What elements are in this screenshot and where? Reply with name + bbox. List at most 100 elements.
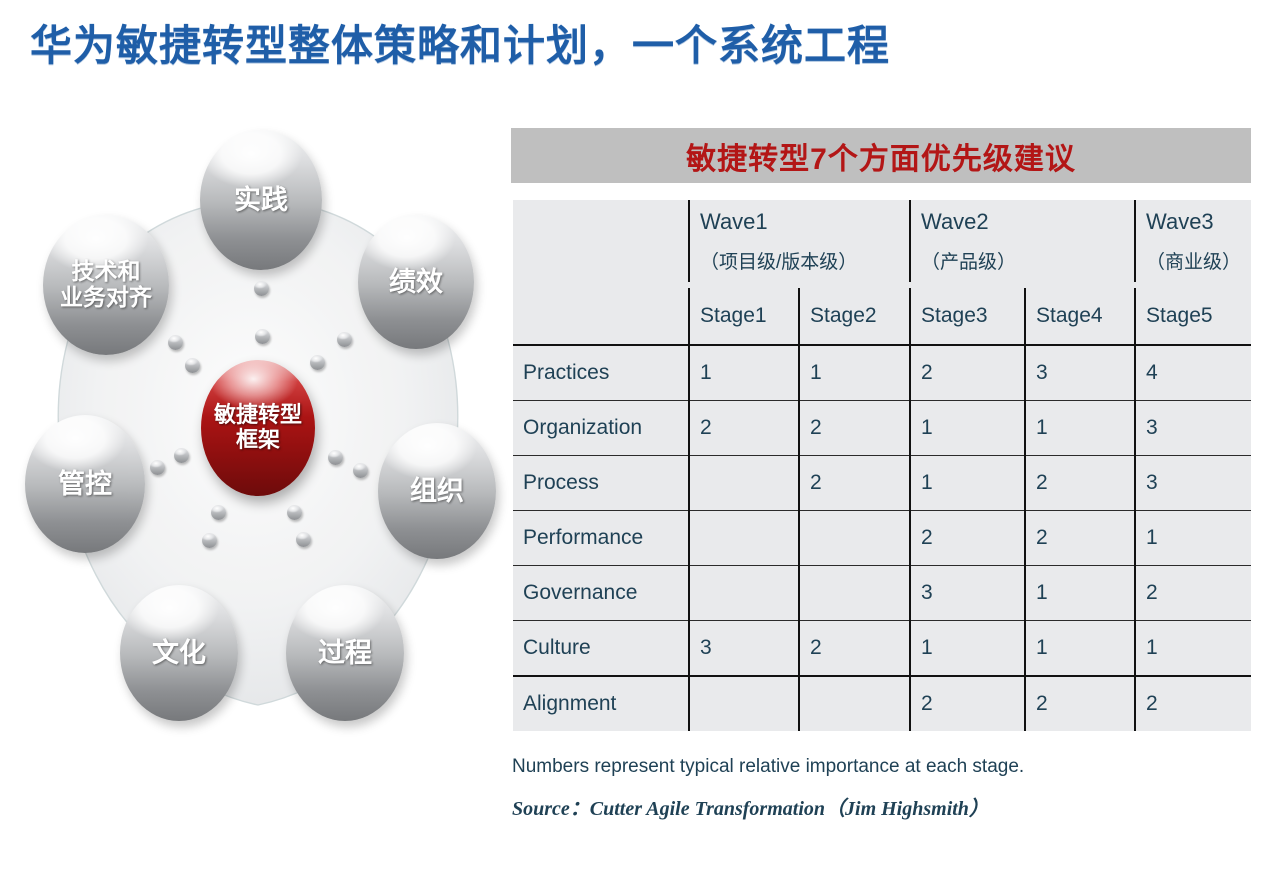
sphere-organization-label: 组织 <box>410 475 464 506</box>
sphere-performance-label: 绩效 <box>389 266 443 297</box>
connector-bead <box>174 448 189 463</box>
wave1-name: Wave1 <box>700 208 768 234</box>
connector-bead <box>296 532 311 547</box>
cell-organization-stage4: 1 <box>1023 400 1136 456</box>
center-label-line1: 敏捷转型 <box>213 402 302 428</box>
connector-bead <box>328 450 343 465</box>
cell-performance-stage5: 1 <box>1134 510 1252 566</box>
table-row: Practices 1 1 2 3 4 <box>513 344 1252 401</box>
cell-practices-stage2: 1 <box>798 344 910 401</box>
table-note: Numbers represent typical relative impor… <box>512 756 1025 777</box>
connector-bead <box>287 505 302 520</box>
table-row: Governance 3 1 2 <box>513 565 1252 621</box>
center-label-line2: 框架 <box>235 427 280 452</box>
table-row: Performance 2 2 1 <box>513 510 1252 566</box>
sphere-culture[interactable]: 文化 <box>120 585 238 721</box>
cell-process-stage1 <box>688 455 799 511</box>
wave3-name: Wave3 <box>1146 208 1214 234</box>
table-banner: 敏捷转型7个方面优先级建议 <box>511 128 1251 183</box>
stage-header-1: Stage1 <box>688 288 799 345</box>
sphere-governance-label: 管控 <box>58 468 112 499</box>
table-wave-header-row: Wave1 （项目级/版本级） Wave2 （产品级） Wave3 （商业级） <box>513 200 1252 282</box>
table-row: Organization 2 2 1 1 3 <box>513 400 1252 456</box>
cell-performance-stage1 <box>688 510 799 566</box>
sphere-performance[interactable]: 绩效 <box>358 215 474 349</box>
cell-process-stage2: 2 <box>798 455 910 511</box>
row-label-practices: Practices <box>513 344 689 401</box>
cell-governance-stage2 <box>798 565 910 621</box>
table-wave3-header: Wave3 （商业级） <box>1134 200 1252 282</box>
table-wave1-header: Wave1 （项目级/版本级） <box>688 200 910 282</box>
sphere-alignment-label-line1: 技术和 <box>71 258 141 285</box>
table-row: Culture 3 2 1 1 1 <box>513 620 1252 676</box>
connector-bead <box>211 505 226 520</box>
cell-alignment-stage5: 2 <box>1134 675 1252 731</box>
connector-bead <box>255 329 270 344</box>
cell-performance-stage3: 2 <box>909 510 1025 566</box>
cell-practices-stage1: 1 <box>688 344 799 401</box>
sphere-process[interactable]: 过程 <box>286 585 404 721</box>
sphere-organization[interactable]: 组织 <box>378 423 496 559</box>
row-label-performance: Performance <box>513 510 689 566</box>
connector-bead <box>202 533 217 548</box>
table-wave2-header: Wave2 （产品级） <box>908 200 1136 282</box>
sphere-process-label: 过程 <box>318 637 372 668</box>
sphere-center-framework[interactable]: 敏捷转型 框架 <box>201 360 315 496</box>
cell-culture-stage1: 3 <box>688 620 799 676</box>
cell-culture-stage4: 1 <box>1023 620 1136 676</box>
cell-organization-stage5: 3 <box>1134 400 1252 456</box>
priority-matrix-table: Wave1 （项目级/版本级） Wave2 （产品级） Wave3 （商业级） <box>513 200 1252 731</box>
wave2-sub: （产品级） <box>921 251 1017 273</box>
table-stage-header-row: Stage1 Stage2 Stage3 Stage4 Stage5 <box>513 288 1252 345</box>
cell-culture-stage5: 1 <box>1134 620 1252 676</box>
row-label-culture: Culture <box>513 620 689 676</box>
stage-header-2: Stage2 <box>798 288 910 345</box>
sphere-alignment[interactable]: 技术和 业务对齐 <box>43 215 169 355</box>
cell-governance-stage5: 2 <box>1134 565 1252 621</box>
cell-process-stage4: 2 <box>1023 455 1136 511</box>
table-row: Process 2 1 2 3 <box>513 455 1252 511</box>
row-label-governance: Governance <box>513 565 689 621</box>
page-title: 华为敏捷转型整体策略和计划，一个系统工程 <box>30 22 891 69</box>
row-label-process: Process <box>513 455 689 511</box>
cell-alignment-stage1 <box>688 675 799 731</box>
stage-header-3: Stage3 <box>909 288 1025 345</box>
cell-governance-stage1 <box>688 565 799 621</box>
cell-performance-stage4: 2 <box>1023 510 1136 566</box>
sphere-practice-label: 实践 <box>234 184 288 215</box>
cell-practices-stage3: 2 <box>909 344 1025 401</box>
cell-culture-stage2: 2 <box>798 620 910 676</box>
connector-bead <box>353 463 368 478</box>
cell-alignment-stage4: 2 <box>1023 675 1136 731</box>
table-corner-cell <box>513 200 689 282</box>
connector-bead <box>254 281 269 296</box>
table-source: Source：Cutter Agile Transformation（Jim H… <box>512 798 989 820</box>
wave1-sub: （项目级/版本级） <box>700 251 858 273</box>
wave3-sub: （商业级） <box>1146 251 1242 273</box>
sphere-alignment-label-line2: 业务对齐 <box>60 284 152 310</box>
sphere-practice[interactable]: 实践 <box>200 130 322 270</box>
cell-practices-stage5: 4 <box>1134 344 1252 401</box>
stage-header-5: Stage5 <box>1134 288 1252 345</box>
sphere-governance[interactable]: 管控 <box>25 415 145 553</box>
connector-bead <box>168 335 183 350</box>
table-banner-text: 敏捷转型7个方面优先级建议 <box>686 142 1076 176</box>
cell-process-stage3: 1 <box>909 455 1025 511</box>
cell-practices-stage4: 3 <box>1023 344 1136 401</box>
cell-alignment-stage3: 2 <box>909 675 1025 731</box>
connector-bead <box>185 358 200 373</box>
connector-bead <box>337 332 352 347</box>
cell-organization-stage2: 2 <box>798 400 910 456</box>
priority-matrix-panel: 敏捷转型7个方面优先级建议 Wave1 （项目级/版本级） Wave2 （产品级… <box>511 128 1252 731</box>
connector-bead <box>150 460 165 475</box>
cell-performance-stage2 <box>798 510 910 566</box>
framework-diagram: 实践 绩效 组织 过程 文化 管控 技术和 业务对齐 敏捷转型 框架 <box>0 105 505 845</box>
connector-bead <box>310 355 325 370</box>
sphere-culture-label: 文化 <box>152 637 206 668</box>
cell-organization-stage3: 1 <box>909 400 1025 456</box>
row-label-alignment: Alignment <box>513 675 689 731</box>
cell-governance-stage3: 3 <box>909 565 1025 621</box>
table-corner-cell-2 <box>513 288 689 345</box>
wave2-name: Wave2 <box>921 208 989 234</box>
stage-header-4: Stage4 <box>1023 288 1136 345</box>
